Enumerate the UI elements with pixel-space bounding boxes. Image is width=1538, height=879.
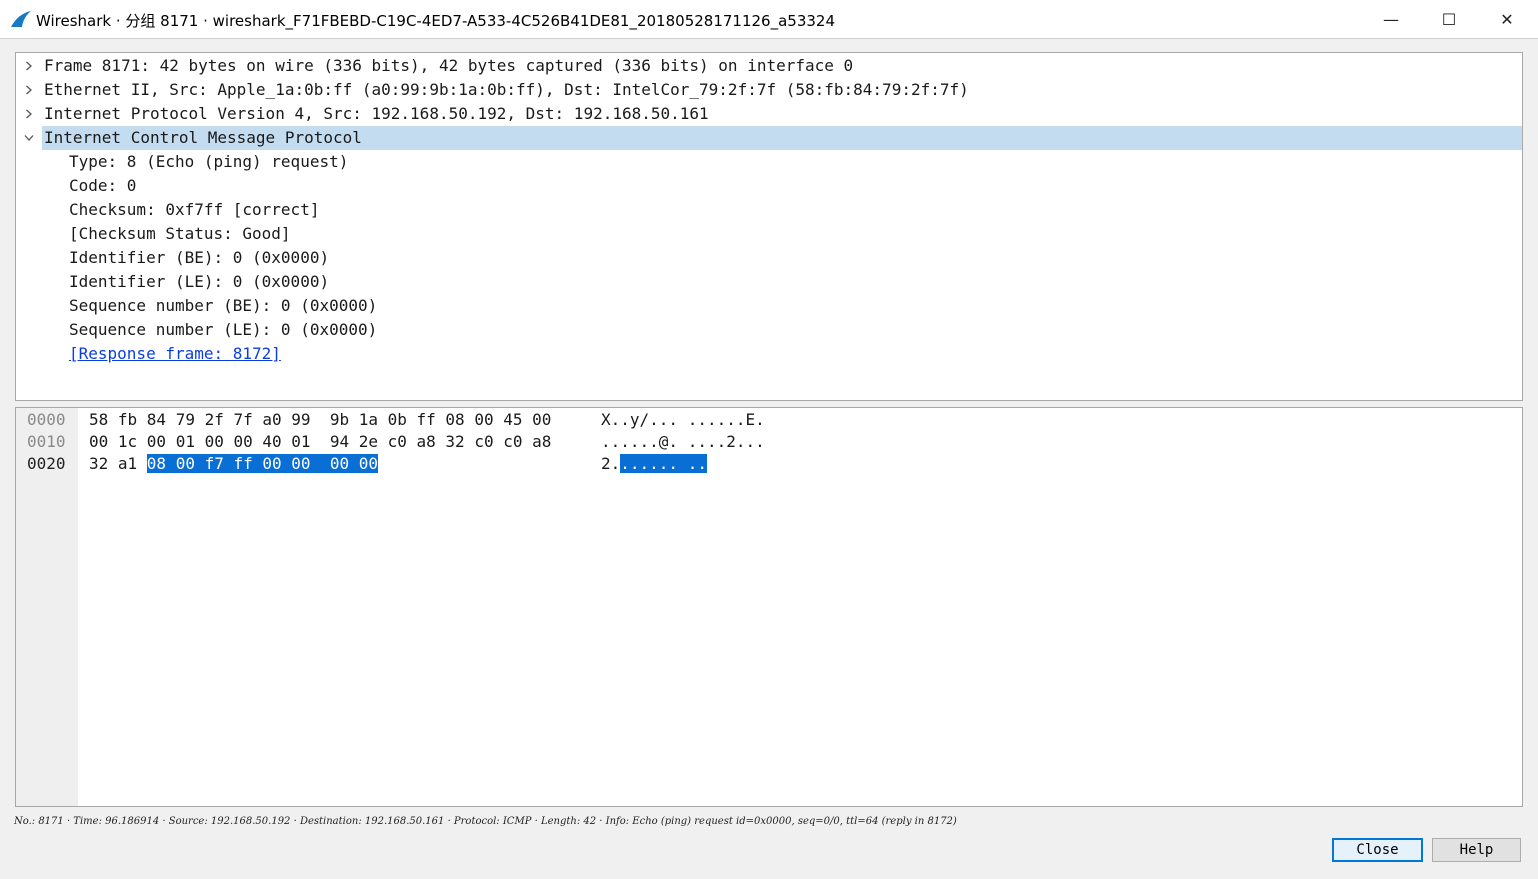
field-label: Identifier (LE): 0 (0x0000)	[69, 272, 330, 291]
minimize-icon: —	[1383, 9, 1399, 29]
hex-ascii-highlighted: ...... ..	[620, 454, 707, 473]
window-title: Wireshark · 分组 8171 · wireshark_F71FBEBD…	[36, 12, 835, 30]
field-label: Sequence number (LE): 0 (0x0000)	[69, 320, 378, 339]
field-label: Code: 0	[69, 176, 137, 195]
hex-ascii-row[interactable]: 2....... ..	[601, 453, 707, 475]
hex-bytes-highlighted: 08 00 f7 ff 00 00 00 00	[146, 454, 378, 473]
response-frame-link[interactable]: [Response frame: 8172]	[69, 342, 281, 366]
tree-node-ipv4[interactable]: Internet Protocol Version 4, Src: 192.16…	[16, 102, 1522, 126]
field-label: Type: 8 (Echo (ping) request)	[69, 152, 349, 171]
icmp-field-code[interactable]: Code: 0	[16, 174, 1522, 198]
close-icon: ✕	[1500, 9, 1514, 29]
field-label: [Checksum Status: Good]	[69, 224, 291, 243]
minimize-button[interactable]: —	[1362, 0, 1420, 38]
field-label: Sequence number (BE): 0 (0x0000)	[69, 296, 378, 315]
help-button[interactable]: Help	[1432, 838, 1521, 862]
hex-ascii: 2.	[601, 454, 621, 473]
hex-bytes[interactable]: 00 1c 00 01 00 00 40 01 94 2e c0 a8 32 c…	[89, 431, 551, 453]
chevron-right-icon[interactable]	[22, 78, 36, 102]
icmp-field-checksum[interactable]: Checksum: 0xf7ff [correct]	[16, 198, 1522, 222]
packet-details-tree[interactable]: Frame 8171: 42 bytes on wire (336 bits),…	[15, 52, 1523, 401]
response-frame-row[interactable]: [Response frame: 8172]	[16, 342, 1522, 366]
hex-offset: 0000	[27, 410, 66, 429]
icmp-field-identifier-le[interactable]: Identifier (LE): 0 (0x0000)	[16, 270, 1522, 294]
tree-node-label: Ethernet II, Src: Apple_1a:0b:ff (a0:99:…	[44, 80, 969, 99]
hex-ascii[interactable]: X..y/... ......E.	[601, 409, 765, 431]
close-window-button[interactable]: ✕	[1478, 0, 1536, 38]
close-button[interactable]: Close	[1332, 838, 1423, 862]
icmp-field-type[interactable]: Type: 8 (Echo (ping) request)	[16, 150, 1522, 174]
icmp-field-checksum-status[interactable]: [Checksum Status: Good]	[16, 222, 1522, 246]
hex-ascii[interactable]: ......@. ....2...	[601, 431, 765, 453]
chevron-down-icon[interactable]	[22, 126, 36, 150]
hex-bytes[interactable]: 58 fb 84 79 2f 7f a0 99 9b 1a 0b ff 08 0…	[89, 409, 551, 431]
tree-node-frame[interactable]: Frame 8171: 42 bytes on wire (336 bits),…	[16, 54, 1522, 78]
hex-bytes-row[interactable]: 32 a1 08 00 f7 ff 00 00 00 00	[89, 453, 378, 475]
wireshark-fin-icon	[11, 11, 31, 27]
title-bar: Wireshark · 分组 8171 · wireshark_F71FBEBD…	[0, 0, 1538, 39]
icmp-field-seq-be[interactable]: Sequence number (BE): 0 (0x0000)	[16, 294, 1522, 318]
chevron-right-icon[interactable]	[22, 102, 36, 126]
maximize-button[interactable]: ☐	[1420, 0, 1478, 38]
icmp-field-identifier-be[interactable]: Identifier (BE): 0 (0x0000)	[16, 246, 1522, 270]
packet-bytes-pane[interactable]: 0000 58 fb 84 79 2f 7f a0 99 9b 1a 0b ff…	[15, 407, 1523, 807]
chevron-right-icon[interactable]	[22, 54, 36, 78]
tree-node-label: Internet Protocol Version 4, Src: 192.16…	[44, 104, 709, 123]
tree-node-icmp[interactable]: Internet Control Message Protocol	[16, 126, 1522, 150]
packet-summary-label: No.: 8171 · Time: 96.186914 · Source: 19…	[14, 816, 957, 827]
hex-offset: 0010	[27, 432, 66, 451]
tree-node-label: Internet Control Message Protocol	[44, 128, 362, 147]
hex-bytes: 32 a1	[89, 454, 147, 473]
hex-offset: 0020	[27, 454, 66, 473]
tree-node-ethernet[interactable]: Ethernet II, Src: Apple_1a:0b:ff (a0:99:…	[16, 78, 1522, 102]
maximize-icon: ☐	[1441, 9, 1457, 29]
field-label: Checksum: 0xf7ff [correct]	[69, 200, 320, 219]
tree-node-label: Frame 8171: 42 bytes on wire (336 bits),…	[44, 56, 854, 75]
icmp-field-seq-le[interactable]: Sequence number (LE): 0 (0x0000)	[16, 318, 1522, 342]
field-label: Identifier (BE): 0 (0x0000)	[69, 248, 330, 267]
